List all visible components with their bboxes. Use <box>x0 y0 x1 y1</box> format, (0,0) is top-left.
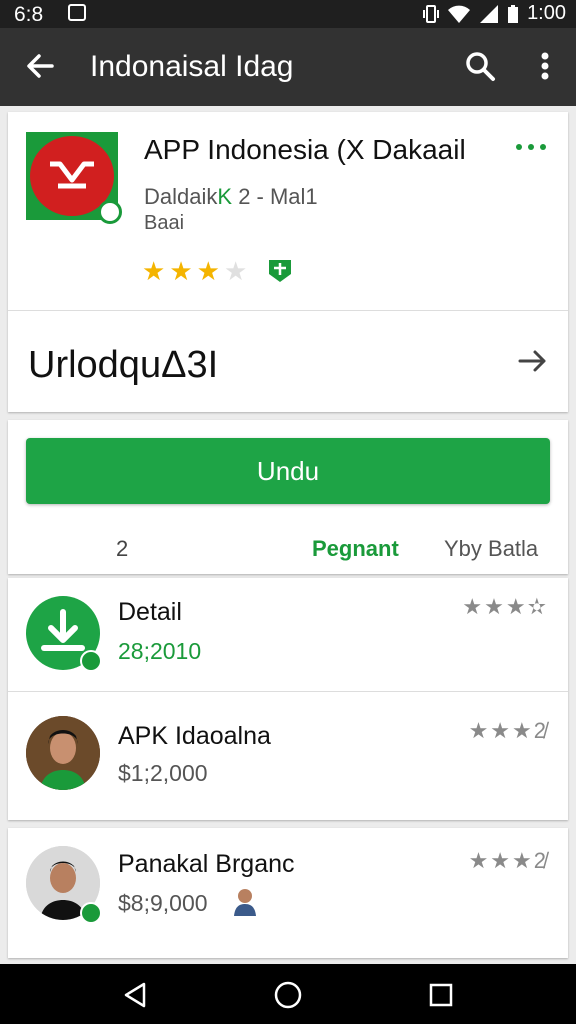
info-link[interactable]: Pegnant <box>312 536 399 562</box>
developer-name[interactable]: DaldaikK 2 - Mal1 <box>144 184 318 210</box>
list-item-rating: ★★★2̸ <box>468 718 548 743</box>
arrow-right-icon[interactable] <box>516 344 550 378</box>
verified-badge-icon <box>80 902 102 924</box>
wifi-icon <box>448 5 471 23</box>
info-label: Yby Batla <box>444 536 539 561</box>
app-name: APP Indonesia (X Dakaail <box>144 134 466 165</box>
info-count: 2 <box>116 536 129 561</box>
list-item-price: $1;2,000 <box>118 760 208 786</box>
page-title: Indonaisal Idag <box>90 50 294 83</box>
list-item-price: 28;2010 <box>118 638 202 664</box>
avatar <box>26 716 100 790</box>
related-list: Detail 28;2010 ★★★✫ APK Idaoalna $1;2,00… <box>8 578 568 820</box>
install-card: Undu 2 Pegnant Yby Batla <box>8 420 568 574</box>
star-icon: ★ <box>196 256 220 286</box>
notification-icon <box>68 4 86 21</box>
list-item-name: Detail <box>118 598 182 626</box>
user-emoji-icon <box>234 889 256 916</box>
list-item[interactable]: APK Idaoalna $1;2,000 ★★★2̸ <box>8 692 568 808</box>
system-nav-bar <box>0 964 576 1024</box>
battery-icon <box>508 4 519 23</box>
square-recent-icon[interactable] <box>426 980 456 1010</box>
status-time-left: 6:8 <box>14 3 44 26</box>
star-icon: ★ <box>169 256 193 286</box>
list-item-rating: ★★★✫ <box>462 594 548 619</box>
status-icons: 1:00 <box>423 2 566 25</box>
list-item[interactable]: Panakal Brganc $8;9,000 ★★★2̸ <box>8 828 568 944</box>
triangle-back-icon[interactable] <box>120 980 150 1010</box>
related-list-2: Panakal Brganc $8;9,000 ★★★2̸ <box>8 828 568 958</box>
app-icon <box>26 132 122 224</box>
app-logo-icon <box>50 161 94 189</box>
search-icon[interactable] <box>462 48 498 84</box>
list-item[interactable]: Detail 28;2010 ★★★✫ <box>8 578 568 694</box>
section-link[interactable]: UrlodquΔ3I <box>28 344 218 387</box>
install-button[interactable]: Undu <box>26 438 550 504</box>
star-empty-icon: ★ <box>223 256 248 286</box>
list-item-name: APK Idaoalna <box>118 722 271 750</box>
app-category: Baai <box>144 212 185 234</box>
star-icon: ★ <box>142 256 166 286</box>
editors-choice-icon <box>269 260 291 282</box>
vibrate-icon <box>423 4 440 23</box>
verified-badge-icon <box>98 200 122 224</box>
status-bar: 6:8 1:00 <box>0 0 576 28</box>
verified-badge-icon <box>80 650 102 672</box>
rating-stars: ★ ★ ★ ★ <box>142 256 247 287</box>
arrow-left-icon[interactable] <box>22 48 58 84</box>
more-dots-icon[interactable] <box>516 144 546 150</box>
list-item-rating: ★★★2̸ <box>468 848 548 873</box>
list-item-name: Panakal Brganc <box>118 850 295 878</box>
more-vert-icon[interactable] <box>530 48 560 84</box>
app-header-card: APP Indonesia (X Dakaail DaldaikK 2 - Ma… <box>8 112 568 412</box>
list-item-price: $8;9,000 <box>118 890 208 916</box>
app-bar: Indonaisal Idag <box>0 28 576 106</box>
status-time-right: 1:00 <box>527 2 566 24</box>
signal-icon <box>480 4 499 23</box>
circle-home-icon[interactable] <box>273 980 303 1010</box>
